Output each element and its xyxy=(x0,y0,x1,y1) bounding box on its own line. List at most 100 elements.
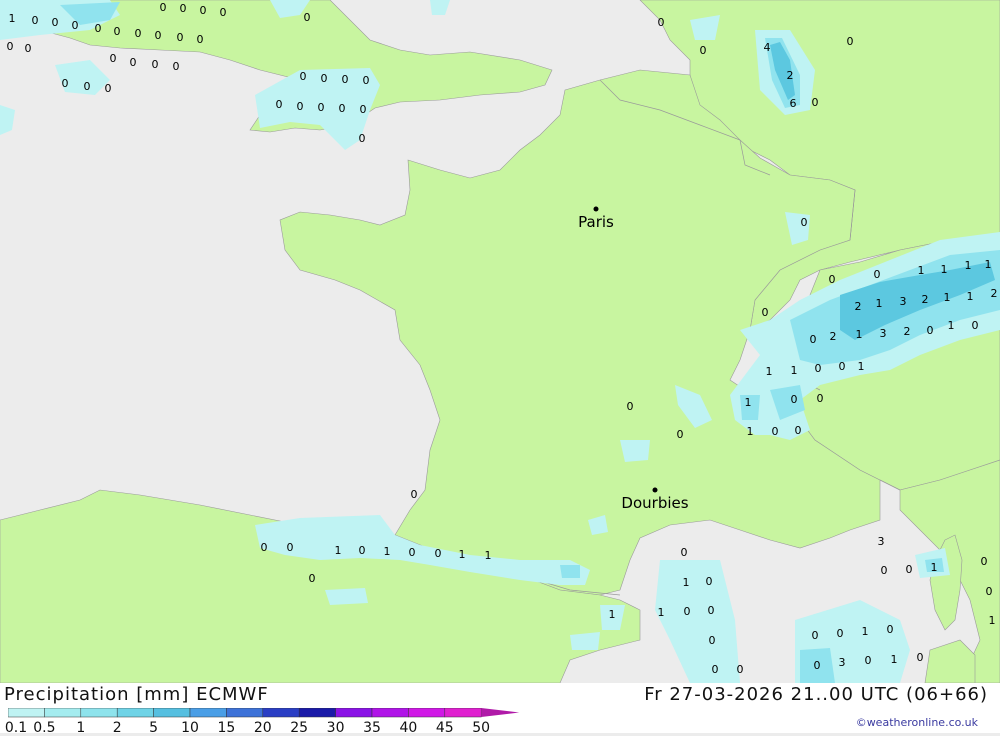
weather-map-view: Paris Dourbies 1000000000000000000000000… xyxy=(0,0,1000,736)
precip-value-label: 0 xyxy=(812,629,819,642)
precip-value-label: 0 xyxy=(297,100,304,113)
precip-value-label: 0 xyxy=(220,6,227,19)
precip-value-label: 1 xyxy=(944,291,951,304)
legend-label: 45 xyxy=(435,720,454,736)
precip-value-label: 1 xyxy=(989,614,996,627)
city-label-paris: Paris xyxy=(578,213,614,231)
precip-value-label: 3 xyxy=(900,295,907,308)
precip-value-label: 4 xyxy=(764,41,771,54)
legend-label: 0.5 xyxy=(33,720,56,736)
precip-value-label: 0 xyxy=(84,80,91,93)
precip-value-label: 0 xyxy=(709,634,716,647)
legend-label: 40 xyxy=(399,720,418,736)
city-marker-dourbies xyxy=(652,487,658,493)
precip-value-label: 2 xyxy=(787,69,794,82)
precip-value-label: 0 xyxy=(160,1,167,14)
precip-value-label: 2 xyxy=(904,325,911,338)
precip-value-label: 1 xyxy=(747,425,754,438)
precip-value-label: 0 xyxy=(276,98,283,111)
precip-value-label: 0 xyxy=(981,555,988,568)
precip-value-label: 0 xyxy=(837,627,844,640)
legend-swatch xyxy=(44,708,82,718)
precip-value-label: 0 xyxy=(318,101,325,114)
legend-label: 0.1 xyxy=(4,720,28,736)
precip-value-label: 0 xyxy=(972,319,979,332)
precip-value-label: 1 xyxy=(609,608,616,621)
precip-value-label: 0 xyxy=(706,575,713,588)
precip-value-label: 0 xyxy=(180,2,187,15)
precip-value-label: 0 xyxy=(304,11,311,24)
precip-value-label: 0 xyxy=(700,44,707,57)
precip-value-label: 0 xyxy=(363,74,370,87)
legend-label: 25 xyxy=(290,720,309,736)
legend-label: 15 xyxy=(217,720,236,736)
precip-value-label: 0 xyxy=(200,4,207,17)
precip-value-label: 1 xyxy=(891,653,898,666)
precip-value-label: 1 xyxy=(766,365,773,378)
precip-value-label: 0 xyxy=(105,82,112,95)
precip-value-label: 0 xyxy=(839,360,846,373)
precip-value-label: 0 xyxy=(339,102,346,115)
precip-value-label: 0 xyxy=(658,16,665,29)
precip-value-label: 0 xyxy=(114,25,121,38)
precip-value-label: 0 xyxy=(627,400,634,413)
precip-value-label: 0 xyxy=(32,14,39,27)
legend-label: 2 xyxy=(112,720,122,736)
legend-label: 10 xyxy=(181,720,199,736)
legend-swatch xyxy=(80,708,118,718)
legend-swatch xyxy=(262,708,300,718)
precip-value-label: 0 xyxy=(847,35,854,48)
legend-label: 5 xyxy=(149,720,159,736)
precip-value-label: 0 xyxy=(135,27,142,40)
city-marker-paris xyxy=(593,206,599,212)
precip-value-label: 0 xyxy=(409,546,416,559)
precip-value-label: 0 xyxy=(810,333,817,346)
precip-value-label: 0 xyxy=(359,132,366,145)
precip-value-label: 1 xyxy=(948,319,955,332)
precip-value-label: 1 xyxy=(683,576,690,589)
precip-value-label: 0 xyxy=(342,73,349,86)
precip-value-label: 0 xyxy=(887,623,894,636)
precip-value-label: 1 xyxy=(856,328,863,341)
legend-label: 20 xyxy=(253,720,272,736)
precip-value-label: 0 xyxy=(865,654,872,667)
precip-value-label: 0 xyxy=(155,29,162,42)
city-label-dourbies: Dourbies xyxy=(621,494,688,512)
precip-value-label: 0 xyxy=(177,31,184,44)
precip-value-label: 0 xyxy=(815,362,822,375)
precip-value-label: 0 xyxy=(814,659,821,672)
precip-value-label: 1 xyxy=(862,625,869,638)
precip-value-label: 0 xyxy=(874,268,881,281)
legend-swatch xyxy=(8,708,45,718)
precip-value-label: 2 xyxy=(922,293,929,306)
precip-value-label: 0 xyxy=(261,541,268,554)
precip-value-label: 3 xyxy=(839,656,846,669)
precip-value-label: 0 xyxy=(359,544,366,557)
precip-value-label: 2 xyxy=(991,287,998,300)
precip-value-label: 0 xyxy=(52,16,59,29)
precip-value-label: 1 xyxy=(985,258,992,271)
precip-value-label: 0 xyxy=(72,19,79,32)
precip-value-label: 6 xyxy=(790,97,797,110)
map-title: Precipitation [mm] ECMWF xyxy=(4,684,269,705)
precip-value-label: 0 xyxy=(25,42,32,55)
precip-value-label: 0 xyxy=(321,72,328,85)
legend-arrow xyxy=(481,708,520,717)
legend-swatch xyxy=(116,708,154,718)
legend-swatch xyxy=(298,708,336,718)
precip-value-label: 0 xyxy=(197,33,204,46)
forecast-date: Fr 27-03-2026 21..00 UTC (06+66) xyxy=(644,684,988,705)
precip-value-label: 0 xyxy=(110,52,117,65)
precip-value-label: 0 xyxy=(881,564,888,577)
legend-label: 1 xyxy=(76,720,86,736)
legend-label: 50 xyxy=(472,720,491,736)
precip-value-label: 3 xyxy=(878,535,885,548)
map-footer: Precipitation [mm] ECMWF Fr 27-03-2026 2… xyxy=(0,683,1000,736)
precip-value-label: 0 xyxy=(829,273,836,286)
credit-link[interactable]: ©weatheronline.co.uk xyxy=(856,716,978,729)
legend-swatch xyxy=(335,708,373,718)
precip-value-label: 1 xyxy=(876,297,883,310)
precip-value-label: 1 xyxy=(941,263,948,276)
precip-value-label: 1 xyxy=(791,364,798,377)
precip-value-label: 0 xyxy=(927,324,934,337)
